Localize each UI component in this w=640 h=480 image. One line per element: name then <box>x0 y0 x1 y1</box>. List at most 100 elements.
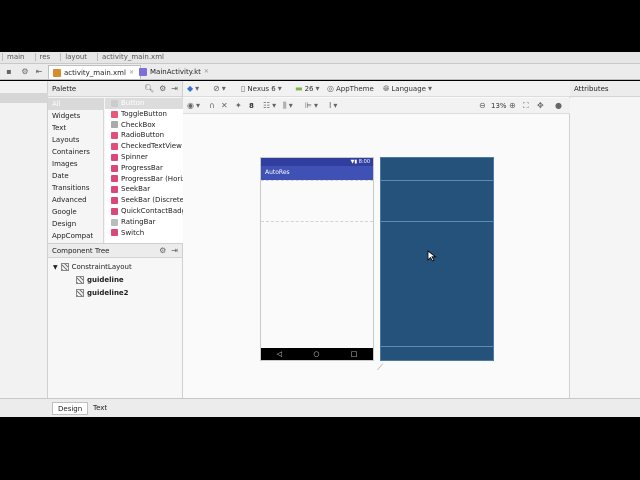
design-toolbar-bottom: ◉ ▾ ∩ ✕ ✦ 8 ☷ ▾ ⫼ ▾ ⊫ ▾ I ▾ ⊖ 13% ⊕ ⛶ ✥ ● <box>183 98 570 114</box>
breadcrumb-main[interactable]: main <box>2 53 29 61</box>
palette-widget-item[interactable]: Spinner <box>105 152 183 163</box>
palette-category-date[interactable]: Date <box>48 170 103 182</box>
close-icon[interactable]: ✕ <box>129 66 134 80</box>
gear-icon[interactable]: ⚙ <box>159 246 166 255</box>
device-selector[interactable]: ▯ Nexus 6 ▾ <box>241 84 282 94</box>
api-selector[interactable]: ▬ 26 ▾ <box>295 84 320 94</box>
pan-icon[interactable]: ✥ <box>537 101 544 111</box>
palette-widget-item[interactable]: ToggleButton <box>105 109 183 120</box>
palette-widget-item[interactable]: CheckedTextView <box>105 141 183 152</box>
attributes-panel: Attributes <box>570 81 640 398</box>
blueprint-guideline <box>381 180 493 181</box>
search-icon[interactable]: 🔍︎ <box>144 84 154 93</box>
palette-widget-item[interactable]: ProgressBar (Horizontal) <box>105 174 183 185</box>
zoom-fit-icon[interactable]: ⛶ <box>523 101 529 111</box>
breadcrumb-file[interactable]: activity_main.xml <box>97 53 168 61</box>
align-icon[interactable]: ⊫ ▾ <box>305 101 318 111</box>
editor-mode-tabs: Design Text <box>48 398 640 417</box>
zoom-out-icon[interactable]: ⊖ <box>479 101 486 111</box>
palette-widget-item[interactable]: ProgressBar <box>105 163 183 174</box>
blueprint-preview[interactable] <box>380 157 494 361</box>
settings-gear-icon[interactable]: ⚙ <box>20 67 30 77</box>
default-margin-selector[interactable]: 8 <box>249 101 254 111</box>
palette-category-containers[interactable]: Containers <box>48 146 103 158</box>
breadcrumb-res[interactable]: res <box>34 53 55 61</box>
hide-panel-icon[interactable]: ⇥ <box>171 84 178 93</box>
magnet-icon[interactable]: ∩ <box>209 101 215 111</box>
close-icon[interactable]: ✕ <box>204 65 209 79</box>
guideline2-line[interactable] <box>261 221 373 222</box>
zoom-level: 13% <box>491 101 507 111</box>
palette-widget-item[interactable]: RatingBar <box>105 217 183 228</box>
infer-constraints-icon[interactable]: ✦ <box>235 101 242 111</box>
palette-widgets: Button ToggleButton CheckBox RadioButton Che… <box>105 98 183 243</box>
palette-widget-item[interactable]: SeekBar <box>105 184 183 195</box>
language-selector[interactable]: 🌐︎ Language ▾ <box>383 84 432 94</box>
palette-category-text[interactable]: Text <box>48 122 103 134</box>
layers-icon[interactable]: ◆ ▾ <box>187 84 199 94</box>
breadcrumb-layout[interactable]: layout <box>60 53 91 61</box>
battery-icon: ▼▮ <box>350 159 359 165</box>
gear-icon[interactable]: ⚙ <box>159 84 166 93</box>
widget-label: QuickContactBadge <box>121 206 183 215</box>
zoom-in-icon[interactable]: ⊕ <box>509 101 516 111</box>
guidelines-icon[interactable]: ⫼ ▾ <box>283 101 293 111</box>
mouse-cursor-icon <box>427 250 437 262</box>
expand-arrow-icon[interactable]: ▼ <box>53 264 58 271</box>
palette-category-google[interactable]: Google <box>48 206 103 218</box>
tab-label: MainActivity.kt <box>150 68 201 76</box>
collapse-icon[interactable]: ⇤ <box>34 67 44 77</box>
tree-node-guideline2[interactable]: guideline2 <box>76 289 129 297</box>
design-canvas[interactable]: ◆ ▾ ⊘ ▾ ▯ Nexus 6 ▾ ▬ 26 ▾ ◎ AppTheme 🌐︎ Languag… <box>183 81 570 398</box>
clear-constraints-icon[interactable]: ✕ <box>221 101 228 111</box>
resize-handle-icon[interactable]: ⟋ <box>377 363 383 373</box>
tree-node-constraintlayout[interactable]: ▼ ConstraintLayout <box>53 263 132 271</box>
palette-widget-item[interactable]: Button <box>105 98 183 109</box>
api-label: 26 <box>304 85 314 93</box>
palette-category-all[interactable]: All <box>48 98 103 110</box>
tab-design[interactable]: Design <box>52 402 89 415</box>
palette-widget-item[interactable]: Switch <box>105 228 183 239</box>
project-selected-row[interactable] <box>0 93 48 103</box>
palette-category-widgets[interactable]: Widgets <box>48 110 103 122</box>
tab-main-activity[interactable]: MainActivity.kt ✕ <box>135 65 215 79</box>
theme-selector[interactable]: ◎ AppTheme <box>327 84 374 94</box>
eye-icon[interactable]: ◉ ▾ <box>187 101 200 111</box>
widget-label: Switch <box>121 228 145 237</box>
guideline-line[interactable] <box>261 180 373 181</box>
status-time: 8:00 <box>358 159 370 165</box>
tree-node-label: guideline2 <box>87 289 129 297</box>
palette-category-layouts[interactable]: Layouts <box>48 134 103 146</box>
palette-category-images[interactable]: Images <box>48 158 103 170</box>
palette-category-transitions[interactable]: Transitions <box>48 182 103 194</box>
tab-activity-main[interactable]: activity_main.xml ✕ <box>48 65 141 79</box>
palette-widget-item[interactable]: SeekBar (Discrete) <box>105 195 183 206</box>
home-icon: ○ <box>313 350 320 358</box>
tree-node-guideline[interactable]: guideline <box>76 276 124 284</box>
widget-icon <box>111 218 118 226</box>
tree-node-label: ConstraintLayout <box>71 263 132 271</box>
palette-category-design[interactable]: Design <box>48 218 103 230</box>
palette-widget-item[interactable]: QuickContactBadge <box>105 206 183 217</box>
widget-icon <box>111 132 118 140</box>
design-preview-phone[interactable]: ▼▮ 8:00 AutoRes ◁ ○ □ <box>260 157 374 361</box>
orientation-icon[interactable]: ⊘ ▾ <box>213 84 226 94</box>
palette-widget-item[interactable]: CheckBox <box>105 120 183 131</box>
pack-icon[interactable]: ☷ ▾ <box>263 101 276 111</box>
hide-panel-icon[interactable]: ⇥ <box>171 246 178 255</box>
status-bar: ▼▮ 8:00 <box>261 158 373 166</box>
widget-label: SeekBar (Discrete) <box>121 196 183 205</box>
zoom-label: 13% <box>491 102 507 110</box>
palette-category-appcompat[interactable]: AppCompat <box>48 230 103 242</box>
tree-node-label: guideline <box>87 276 124 284</box>
tab-text[interactable]: Text <box>88 402 112 415</box>
app-title: AutoRes <box>265 169 290 176</box>
project-icon[interactable]: ▪ <box>4 67 14 77</box>
palette-category-advanced[interactable]: Advanced <box>48 194 103 206</box>
baseline-icon[interactable]: I ▾ <box>329 101 337 111</box>
component-tree-panel: Component Tree ⚙ ⇥ ▼ ConstraintLayout gu… <box>48 243 183 398</box>
warning-icon[interactable]: ● <box>555 101 562 111</box>
widget-icon <box>111 229 118 237</box>
project-panel <box>0 81 48 417</box>
palette-widget-item[interactable]: RadioButton <box>105 130 183 141</box>
